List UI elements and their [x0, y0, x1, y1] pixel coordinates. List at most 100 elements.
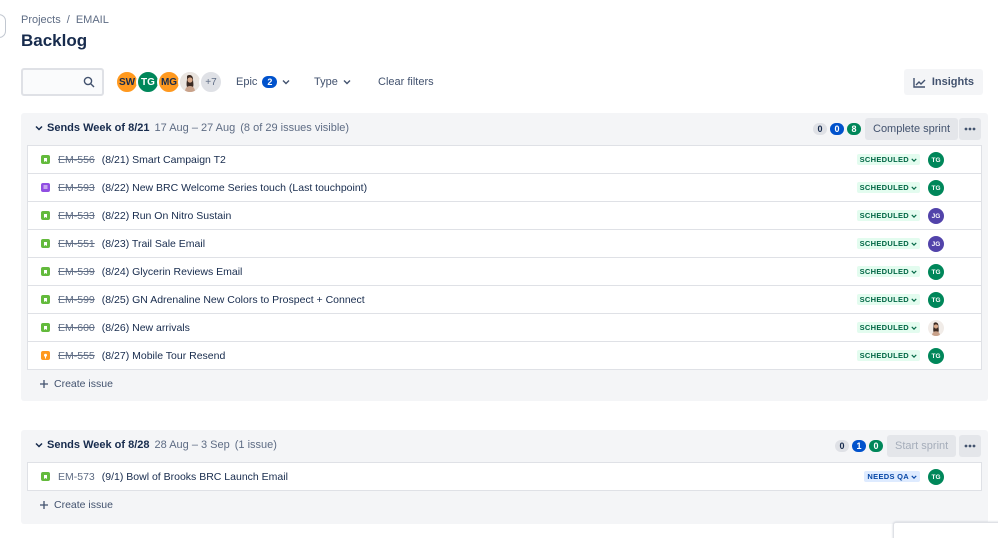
sprint-more-button[interactable] — [959, 118, 981, 140]
issue-summary[interactable]: (8/21) Smart Campaign T2 — [102, 154, 226, 166]
issue-row[interactable]: EM-593 (8/22) New BRC Welcome Series tou… — [28, 174, 981, 202]
chevron-down-icon — [911, 241, 917, 246]
issue-summary[interactable]: (8/22) Run On Nitro Sustain — [102, 210, 232, 222]
status-dropdown[interactable]: SCHEDULED — [856, 294, 920, 305]
story-icon — [41, 239, 50, 248]
assignee-avatar[interactable]: TG — [928, 264, 944, 280]
chevron-down-icon — [911, 353, 917, 358]
chevron-down-icon — [282, 80, 290, 85]
issue-key[interactable]: EM-539 — [58, 266, 95, 278]
assignee-avatar[interactable]: TG — [928, 348, 944, 364]
status-label: NEEDS QA — [867, 472, 909, 481]
issue-list: EM-556 (8/21) Smart Campaign T2 SCHEDULE… — [27, 145, 982, 370]
chevron-down-icon[interactable] — [35, 124, 43, 132]
assignee-avatar[interactable]: TG — [928, 180, 944, 196]
status-dropdown[interactable]: SCHEDULED — [856, 154, 920, 165]
story-icon — [41, 295, 50, 304]
issue-row[interactable]: EM-533 (8/22) Run On Nitro Sustain SCHED… — [28, 202, 981, 230]
issue-row[interactable]: EM-555 (8/27) Mobile Tour Resend SCHEDUL… — [28, 342, 981, 370]
issue-summary[interactable]: (8/24) Glycerin Reviews Email — [102, 266, 243, 278]
avatar-filter-more[interactable]: +7 — [199, 70, 223, 94]
story-icon — [41, 323, 50, 332]
sprint-visibility: (8 of 29 issues visible) — [240, 122, 350, 134]
issue-key[interactable]: EM-600 — [58, 322, 95, 334]
story-icon — [41, 155, 50, 164]
status-dropdown[interactable]: SCHEDULED — [856, 350, 920, 361]
assignee-avatar[interactable]: TG — [928, 469, 944, 485]
assignee-avatar[interactable]: TG — [928, 152, 944, 168]
story-icon — [41, 472, 50, 481]
breadcrumb-projects[interactable]: Projects — [21, 14, 61, 26]
create-issue-label: Create issue — [54, 499, 113, 511]
sprint-name: Sends Week of 8/21 — [47, 122, 150, 134]
status-label: SCHEDULED — [859, 323, 909, 332]
chevron-down-icon — [911, 474, 917, 479]
issue-summary[interactable]: (8/23) Trail Sale Email — [102, 238, 205, 250]
issue-row[interactable]: EM-600 (8/26) New arrivals SCHEDULED — [28, 314, 981, 342]
status-dropdown[interactable]: SCHEDULED — [856, 266, 920, 277]
issue-key[interactable]: EM-556 — [58, 154, 95, 166]
story-icon — [41, 267, 50, 276]
issue-key[interactable]: EM-533 — [58, 210, 95, 222]
search-icon — [83, 76, 95, 88]
assignee-avatar[interactable]: TG — [928, 292, 944, 308]
status-label: SCHEDULED — [859, 239, 909, 248]
chevron-down-icon — [911, 325, 917, 330]
sprint-more-button[interactable] — [959, 435, 981, 457]
sprint-header: Sends Week of 8/28 28 Aug – 3 Sep (1 issue… — [21, 430, 988, 462]
chevron-down-icon — [911, 269, 917, 274]
in-progress-count: 1 — [852, 440, 866, 452]
status-dropdown[interactable]: SCHEDULED — [856, 182, 920, 193]
start-sprint-button[interactable]: Start sprint — [887, 435, 957, 457]
status-label: SCHEDULED — [859, 267, 909, 276]
sidebar-collapse-handle[interactable] — [0, 14, 6, 38]
chart-line-icon — [913, 77, 926, 88]
issue-summary[interactable]: (8/27) Mobile Tour Resend — [102, 350, 226, 362]
status-dropdown[interactable]: NEEDS QA — [864, 471, 920, 482]
plus-icon — [40, 501, 48, 509]
assignee-avatar[interactable]: JG — [928, 208, 944, 224]
done-count: 0 — [869, 440, 883, 452]
status-dropdown[interactable]: SCHEDULED — [856, 322, 920, 333]
complete-sprint-button[interactable]: Complete sprint — [865, 118, 959, 140]
epic-filter-count: 2 — [262, 76, 278, 88]
insights-button[interactable]: Insights — [903, 69, 983, 95]
search-input[interactable] — [21, 68, 104, 96]
issue-row[interactable]: EM-556 (8/21) Smart Campaign T2 SCHEDULE… — [28, 146, 981, 174]
status-label: SCHEDULED — [859, 155, 909, 164]
chevron-down-icon[interactable] — [35, 441, 43, 449]
floating-panel-edge — [893, 522, 998, 538]
issue-summary[interactable]: (8/25) GN Adrenaline New Colors to Prosp… — [102, 294, 365, 306]
breadcrumb-separator: / — [66, 14, 70, 26]
assignee-avatar[interactable]: JG — [928, 236, 944, 252]
create-issue-button[interactable]: Create issue — [21, 491, 988, 519]
person-photo-icon — [180, 72, 200, 92]
issue-key[interactable]: EM-551 — [58, 238, 95, 250]
issue-row[interactable]: EM-551 (8/23) Trail Sale Email SCHEDULED… — [28, 230, 981, 258]
todo-count: 0 — [813, 123, 827, 135]
status-dropdown[interactable]: SCHEDULED — [856, 210, 920, 221]
assignee-filter: SW TG MG +7 — [115, 70, 223, 94]
issue-summary[interactable]: (8/22) New BRC Welcome Series touch (Las… — [102, 182, 367, 194]
issue-summary[interactable]: (9/1) Bowl of Brooks BRC Launch Email — [102, 471, 288, 483]
issue-key[interactable]: EM-593 — [58, 182, 95, 194]
create-issue-label: Create issue — [54, 378, 113, 390]
create-issue-button[interactable]: Create issue — [21, 370, 988, 398]
issue-row[interactable]: EM-539 (8/24) Glycerin Reviews Email SCH… — [28, 258, 981, 286]
issue-row[interactable]: EM-599 (8/25) GN Adrenaline New Colors t… — [28, 286, 981, 314]
epic-filter[interactable]: Epic 2 — [236, 68, 290, 96]
issue-row[interactable]: EM-573 (9/1) Bowl of Brooks BRC Launch E… — [28, 463, 981, 491]
breadcrumb-project[interactable]: EMAIL — [76, 14, 109, 26]
chevron-down-icon — [911, 185, 917, 190]
issue-key[interactable]: EM-573 — [58, 471, 95, 483]
more-dots-icon — [964, 127, 976, 131]
status-dropdown[interactable]: SCHEDULED — [856, 238, 920, 249]
chevron-down-icon — [911, 297, 917, 302]
assignee-avatar[interactable] — [928, 320, 944, 336]
issue-summary[interactable]: (8/26) New arrivals — [102, 322, 190, 334]
issue-key[interactable]: EM-555 — [58, 350, 95, 362]
sprint-header: Sends Week of 8/21 17 Aug – 27 Aug (8 of 2… — [21, 113, 988, 145]
type-filter[interactable]: Type — [314, 68, 351, 96]
clear-filters-button[interactable]: Clear filters — [378, 68, 434, 96]
issue-key[interactable]: EM-599 — [58, 294, 95, 306]
